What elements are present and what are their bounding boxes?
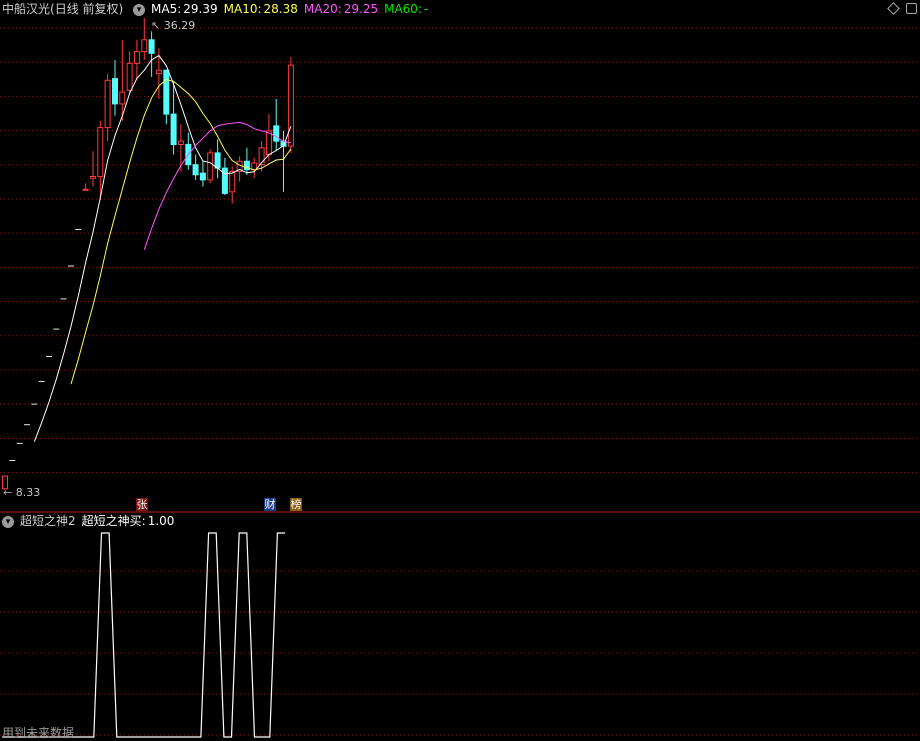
candle-body-up [133, 51, 140, 64]
low-price-value: 8.33 [15, 486, 41, 499]
tag-bang[interactable]: 榜 [290, 498, 302, 511]
candle-body-up [119, 91, 126, 105]
indicator-series-label: 超短之神买: [81, 514, 146, 528]
kline-chart-window: { "header": { "stock_name": "中船汉光", "per… [0, 0, 920, 741]
ma10-value: 28.38 [263, 2, 298, 16]
candle-body-down [112, 78, 118, 105]
candle-body-up [287, 64, 294, 147]
chevron-down-icon[interactable]: ▾ [2, 515, 14, 528]
ma5-line [33, 54, 292, 442]
candle-body-up [126, 62, 133, 91]
ma60-value: - [423, 2, 429, 16]
candle-body-down [214, 152, 221, 169]
candle-body-up [97, 127, 104, 178]
low-price-label: ← 8.33 [3, 486, 41, 499]
candle-body-down [273, 125, 280, 142]
indicator-name: 超短之神2 [20, 514, 76, 528]
candle-body-up [229, 171, 236, 193]
candle-body-up [155, 69, 162, 75]
candle-body-up [82, 188, 89, 191]
candle-body-up [90, 176, 96, 179]
candle-body-down [170, 113, 177, 145]
candle-body-up [265, 130, 272, 155]
indicator-buy-line [2, 532, 286, 738]
candle-body-up [251, 162, 258, 171]
candle-body-down [192, 164, 199, 176]
main-header: 中船汉光(日线 前复权) ▾ MA5: 29.39 MA10: 28.38 MA20: 29… [2, 1, 434, 17]
restore-icon[interactable] [906, 3, 917, 14]
candle-body-up [141, 39, 148, 53]
candle-body-up [177, 140, 184, 146]
candle-body-down [199, 172, 206, 181]
high-price-value: 36.29 [163, 19, 196, 32]
candle-body-up [207, 152, 214, 181]
stock-name: 中船汉光 [2, 2, 51, 16]
period-label: (日线 前复权) [50, 2, 124, 16]
footer-note: 用到未来数据 [2, 726, 75, 740]
high-price-label: ↖ 36.29 [151, 19, 196, 32]
ma60-label: MA60: [384, 2, 422, 16]
candle-body-down [163, 69, 170, 115]
ma5-value: 29.39 [183, 2, 218, 16]
ma20-label: MA20: [303, 2, 342, 16]
candle-body-up [104, 79, 111, 129]
ma10-label: MA10: [223, 2, 262, 16]
chart-canvas [0, 18, 920, 738]
indicator-header: ▾ 超短之神2 超短之神买: 1.00 [2, 513, 180, 529]
ma5-label: MA5: [151, 2, 182, 16]
tag-cai[interactable]: 财 [264, 498, 276, 511]
tag-zhang[interactable]: 张 [136, 498, 148, 511]
candle-body-down [148, 39, 155, 54]
chevron-down-icon[interactable]: ▾ [133, 3, 146, 16]
ma20-value: 29.25 [343, 2, 379, 16]
indicator-series-value: 1.00 [147, 514, 175, 528]
